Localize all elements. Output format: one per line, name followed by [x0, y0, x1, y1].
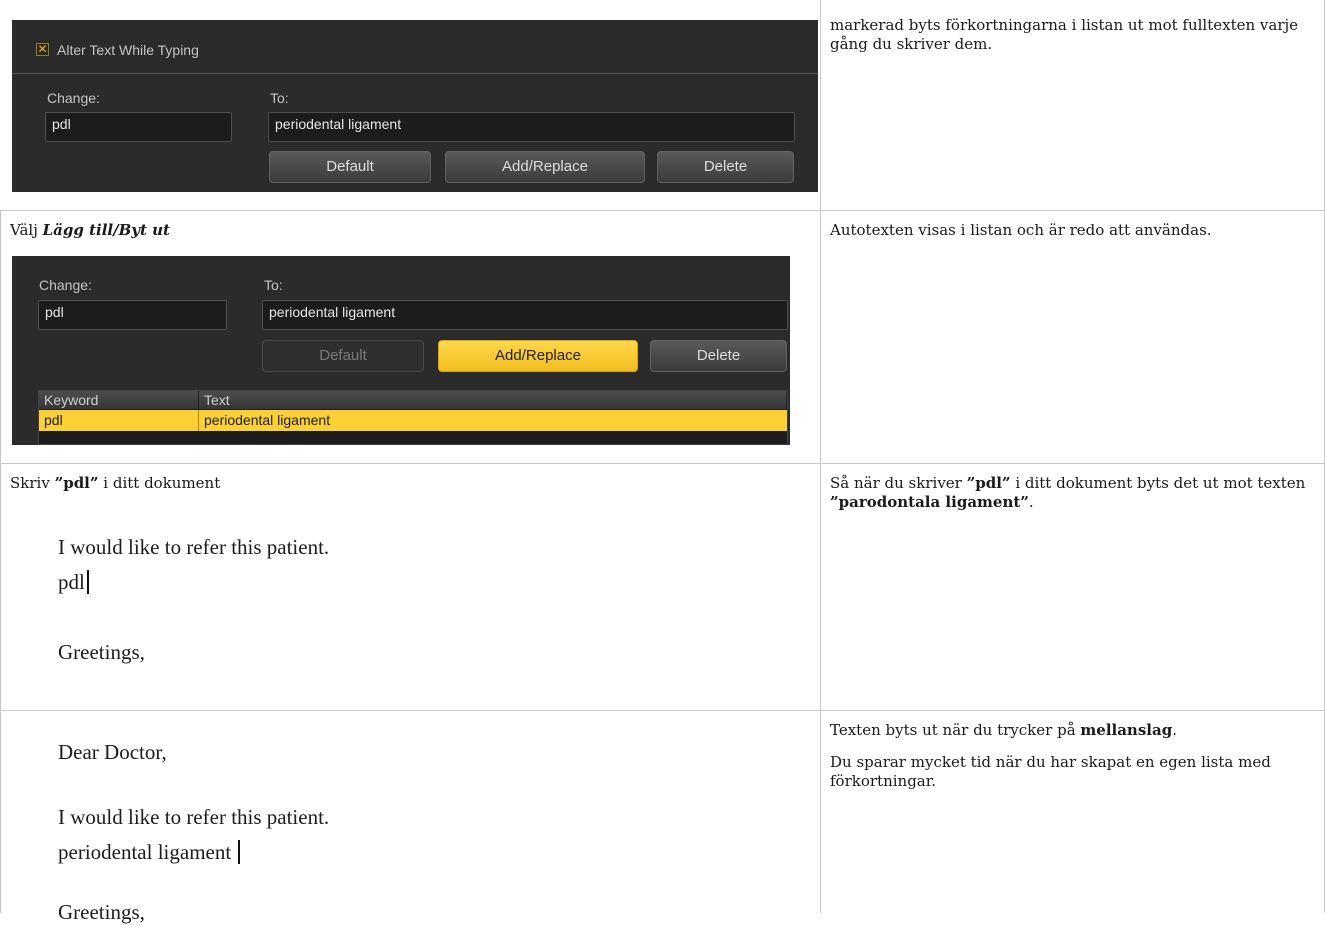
- document-line: pdl: [58, 570, 89, 595]
- document-line: I would like to refer this patient.: [58, 805, 330, 829]
- text-cursor: [86, 570, 89, 594]
- alter-text-label: Alter Text While Typing: [57, 42, 199, 58]
- autotext-list: Keyword Text pdl periodental ligament: [38, 390, 788, 445]
- separator: [12, 73, 818, 74]
- delete-button[interactable]: Delete: [657, 151, 794, 183]
- change-label: Change:: [47, 90, 100, 106]
- row-divider: [0, 710, 1325, 711]
- change-label: Change:: [39, 277, 92, 293]
- text-column-header[interactable]: Text: [199, 391, 787, 409]
- document-line: I would like to refer this patient.: [58, 535, 330, 559]
- document-line: Dear Doctor,: [58, 740, 167, 764]
- row4-description-tip: Du sparar mycket tid när du har skapat e…: [830, 753, 1271, 790]
- row3-instruction: Skriv ”pdl” i ditt dokument: [10, 474, 810, 493]
- change-input[interactable]: pdl: [38, 300, 227, 330]
- row2-description-text: Autotexten visas i listan och är redo at…: [830, 221, 1212, 239]
- to-input[interactable]: periodental ligament: [268, 112, 795, 142]
- list-item-text[interactable]: periodental ligament: [199, 410, 787, 431]
- row2-instruction-action: Lägg till/Byt ut: [42, 221, 170, 239]
- keyword-column-header[interactable]: Keyword: [39, 391, 199, 409]
- autotext-list-panel: Change: To: pdl periodental ligament Def…: [12, 256, 790, 445]
- document-line: periodental ligament: [58, 840, 241, 865]
- row3-instruction-prefix: Skriv: [10, 474, 55, 492]
- add-replace-button[interactable]: Add/Replace: [438, 340, 638, 372]
- row1-description: markerad byts förkortningarna i listan u…: [830, 16, 1310, 67]
- to-label: To:: [270, 90, 289, 106]
- row2-instruction: Välj Lägg till/Byt ut: [10, 221, 810, 240]
- to-label: To:: [264, 277, 283, 293]
- row3-instruction-keyword: ”pdl”: [54, 474, 99, 492]
- default-button[interactable]: Default: [269, 151, 431, 183]
- to-input[interactable]: periodental ligament: [262, 300, 788, 330]
- row2-instruction-prefix: Välj: [10, 221, 43, 239]
- typed-abbreviation: pdl: [58, 570, 85, 594]
- delete-button[interactable]: Delete: [650, 340, 787, 372]
- autotext-settings-panel: ✕ Alter Text While Typing Change: To: pd…: [12, 20, 818, 192]
- document-line: Greetings,: [58, 640, 145, 664]
- row4-description: Texten byts ut när du trycker på mellans…: [830, 721, 1310, 804]
- row3-description-text: Så när du skriver ”pdl” i ditt dokument …: [830, 474, 1306, 511]
- default-button[interactable]: Default: [262, 340, 424, 372]
- row2-description: Autotexten visas i listan och är redo at…: [830, 221, 1310, 253]
- row4-description-text: Texten byts ut när du trycker på mellans…: [830, 721, 1177, 739]
- table-border-left: [0, 210, 1, 913]
- row-divider: [0, 463, 1325, 464]
- row3-instruction-suffix: i ditt dokument: [98, 474, 221, 492]
- add-replace-button[interactable]: Add/Replace: [445, 151, 645, 183]
- column-divider: [820, 0, 821, 913]
- text-cursor: [238, 840, 241, 864]
- row-divider: [0, 210, 1325, 211]
- change-input[interactable]: pdl: [45, 112, 232, 142]
- expanded-text: periodental ligament: [58, 840, 232, 864]
- list-item-keyword[interactable]: pdl: [39, 410, 199, 431]
- row3-description: Så när du skriver ”pdl” i ditt dokument …: [830, 474, 1310, 525]
- alter-text-checkbox[interactable]: ✕: [36, 43, 49, 56]
- row1-description-text: markerad byts förkortningarna i listan u…: [830, 16, 1299, 53]
